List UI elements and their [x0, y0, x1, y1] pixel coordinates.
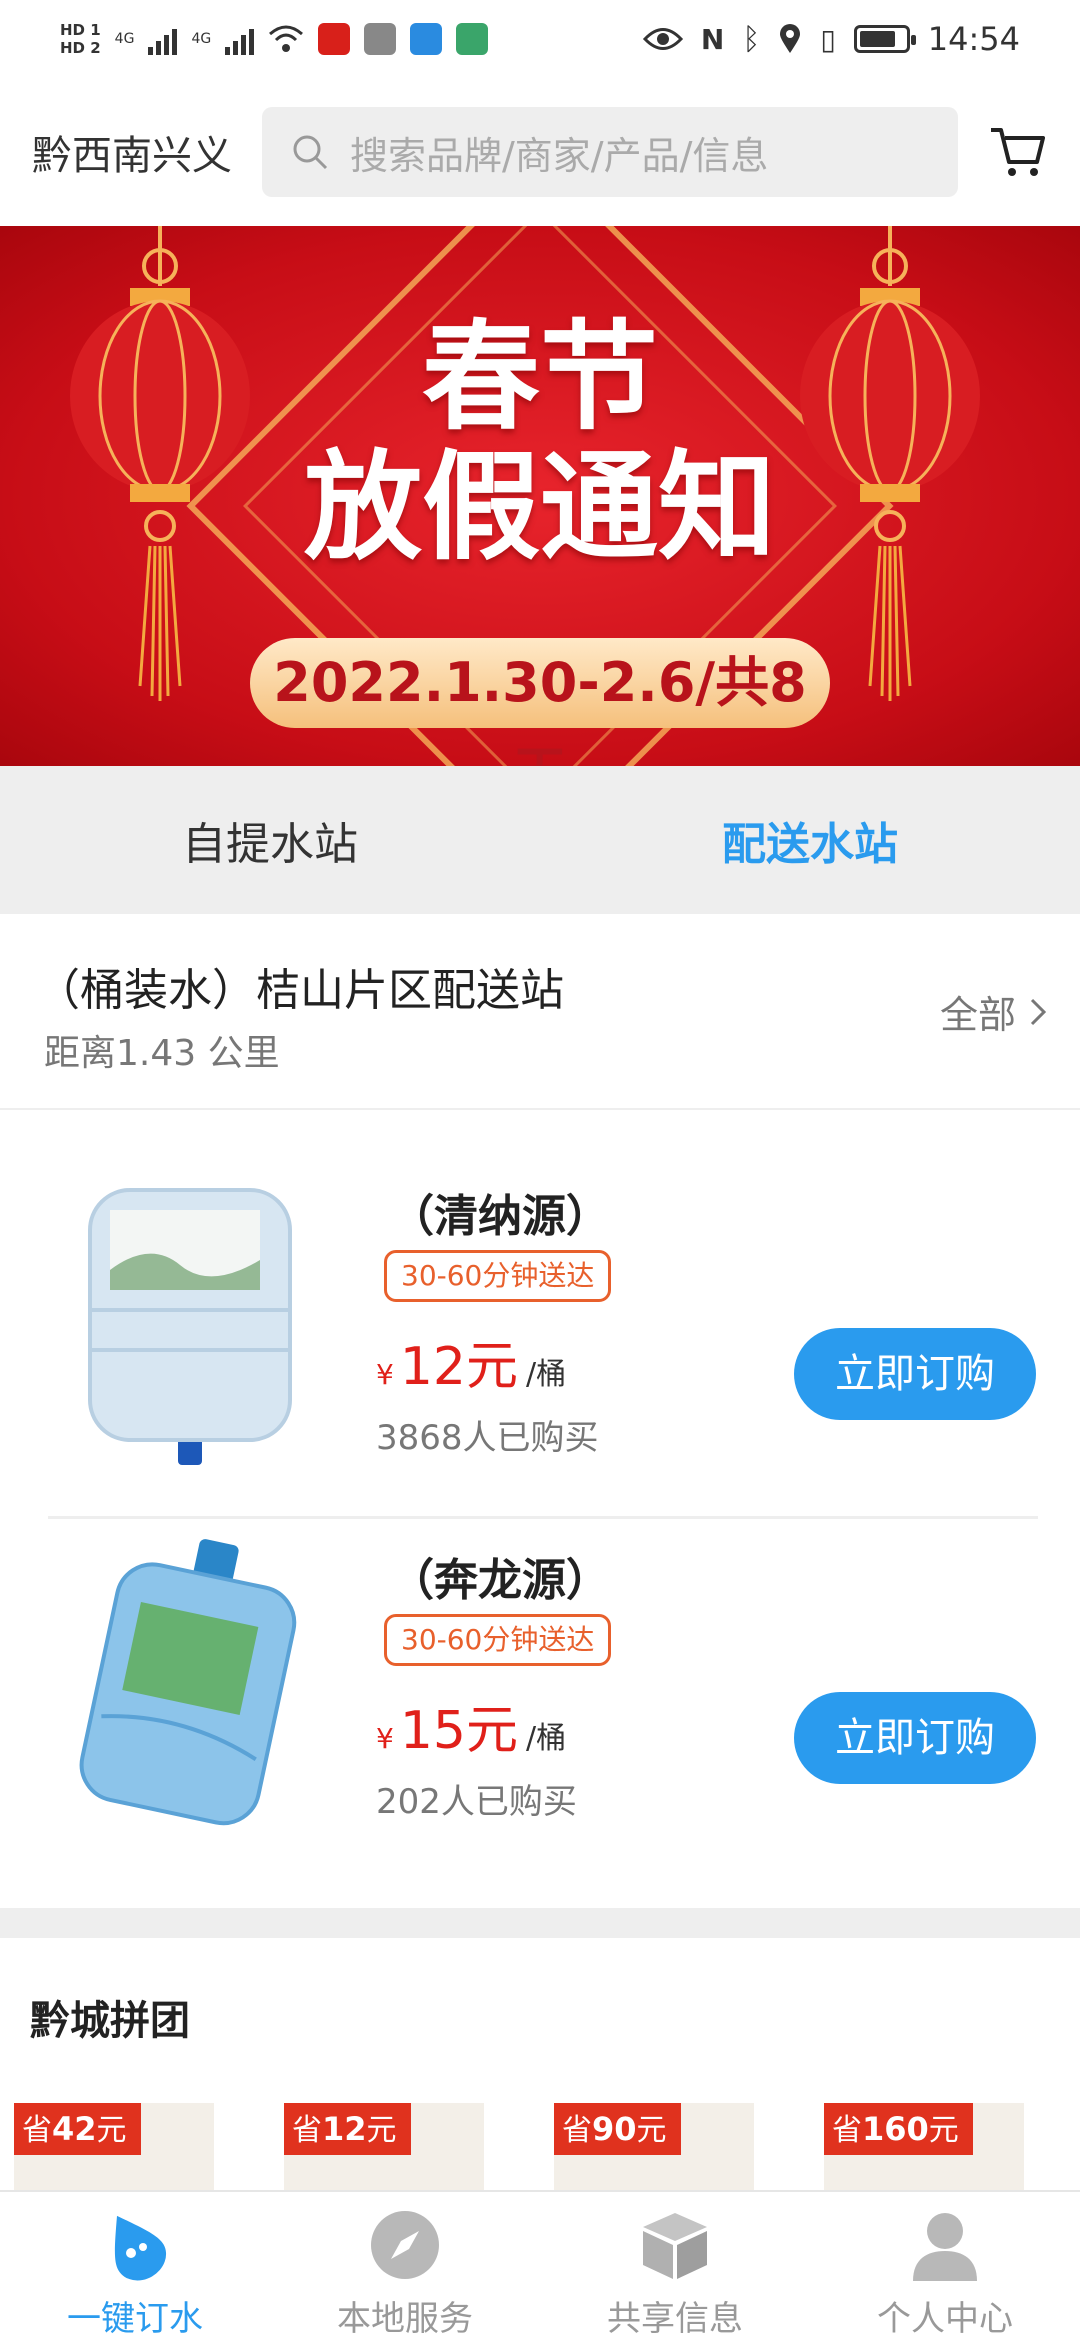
savings-tag: 省42元 [14, 2103, 141, 2155]
water-bottle-image [88, 1188, 292, 1465]
nav-label: 个人中心 [877, 2299, 1013, 2339]
deal-card[interactable]: 省12元 [284, 2103, 484, 2190]
price-amount: 12元 [399, 1337, 518, 1397]
search-bar[interactable]: 搜索品牌/商家/产品/信息 [262, 107, 958, 197]
vibrate-icon: ▯ [820, 22, 836, 56]
nav-item-shared-info[interactable]: 共享信息 [540, 2192, 810, 2340]
deal-card[interactable]: 省42元 [14, 2103, 214, 2190]
product-item[interactable]: （奔龙源） 30-60分钟送达 ¥ 15元 /桶 202人已购买 立即订购 [0, 1524, 1080, 1886]
product-list: （清纳源） 30-60分钟送达 ¥ 12元 /桶 3868人已购买 立即订购 （… [0, 1110, 1080, 1910]
wifi-icon [269, 25, 304, 52]
view-all-label: 全部 [939, 993, 1016, 1037]
section-gap [0, 1908, 1080, 1938]
signal-icon [148, 23, 178, 55]
group-buy-section: 黔城拼团 省42元 省12元 省90元 省160元 [0, 1938, 1080, 2190]
tab-self-pickup[interactable]: 自提水站 [0, 766, 540, 914]
station-card[interactable]: （桶装水）桔山片区配送站 距离1.43 公里 全部 [0, 914, 1080, 1110]
clock: 14:54 [927, 20, 1020, 58]
savings-tag: 省90元 [554, 2103, 681, 2155]
savings-tag: 省12元 [284, 2103, 411, 2155]
banner-subtitle: 放假通知 [303, 438, 776, 576]
app-notification-icon [410, 23, 443, 55]
tab-delivery[interactable]: 配送水站 [540, 766, 1080, 914]
delivery-badge: 30-60分钟送达 [384, 1614, 612, 1666]
sold-count: 3868人已购买 [376, 1418, 599, 1458]
person-icon [903, 2204, 987, 2285]
status-bar: HD 1 HD 2 4G 4G N ᛒ ▯ 14:54 [0, 0, 1080, 78]
banner-date: 2022.1.30-2.6/共8天 [250, 638, 830, 766]
price-amount: 15元 [399, 1701, 518, 1761]
nav-label: 共享信息 [607, 2299, 743, 2339]
nav-label: 一键订水 [67, 2299, 203, 2339]
bluetooth-icon: ᛒ [742, 21, 761, 57]
delivery-badge: 30-60分钟送达 [384, 1250, 612, 1302]
box-icon [633, 2204, 717, 2285]
chevron-right-icon [1030, 998, 1047, 1025]
section-title: 黔城拼团 [30, 1998, 190, 2044]
nfc-icon: N [700, 22, 725, 56]
deal-card[interactable]: 省160元 [824, 2103, 1024, 2190]
signal-icon [225, 23, 255, 55]
water-bottle-image [79, 1539, 297, 1826]
nav-item-local-services[interactable]: 本地服务 [270, 2192, 540, 2340]
station-distance: 距离1.43 公里 [44, 1033, 280, 1074]
sold-count: 202人已购买 [376, 1782, 577, 1822]
product-item[interactable]: （清纳源） 30-60分钟送达 ¥ 12元 /桶 3868人已购买 立即订购 [0, 1160, 1080, 1522]
search-icon [293, 135, 328, 170]
app-notification-icon [364, 23, 397, 55]
view-all-link[interactable]: 全部 [940, 984, 1048, 1039]
cart-icon [991, 128, 1045, 176]
water-order-icon [93, 2204, 177, 2285]
product-price: ¥ 15元 /桶 [376, 1688, 566, 1763]
nav-item-profile[interactable]: 个人中心 [810, 2192, 1080, 2340]
product-name: （清纳源） [390, 1191, 610, 1242]
divider [48, 1516, 1038, 1519]
price-unit: /桶 [526, 1721, 567, 1756]
currency-symbol: ¥ [376, 1358, 394, 1391]
battery-icon [853, 25, 916, 53]
sim-indicator: HD 1 HD 2 [60, 21, 101, 57]
location-icon [780, 24, 801, 53]
product-price: ¥ 12元 /桶 [376, 1324, 566, 1399]
app-notification-icon [456, 23, 489, 55]
currency-symbol: ¥ [376, 1722, 394, 1755]
promo-banner[interactable]: 春节 放假通知 2022.1.30-2.6/共8天 [0, 226, 1080, 766]
order-now-button[interactable]: 立即订购 [794, 1328, 1036, 1420]
search-input[interactable]: 搜索品牌/商家/产品/信息 [350, 125, 768, 180]
city-selector[interactable]: 黔西南兴义 [32, 123, 232, 181]
network-label: 4G [114, 31, 135, 47]
app-header: 黔西南兴义 搜索品牌/商家/产品/信息 [0, 78, 1080, 226]
nav-item-order-water[interactable]: 一键订水 [0, 2192, 270, 2340]
station-tabs: 自提水站 配送水站 [0, 766, 1080, 914]
nav-label: 本地服务 [337, 2299, 473, 2339]
price-unit: /桶 [526, 1357, 567, 1392]
order-now-button[interactable]: 立即订购 [794, 1692, 1036, 1784]
station-name: （桶装水）桔山片区配送站 [36, 965, 564, 1016]
network-label: 4G [191, 31, 212, 47]
savings-tag: 省160元 [824, 2103, 973, 2155]
eye-icon [642, 28, 683, 50]
bottom-nav: 一键订水 本地服务 共享信息 个人中心 [0, 2190, 1080, 2340]
product-name: （奔龙源） [390, 1555, 610, 1606]
deal-card[interactable]: 省90元 [554, 2103, 754, 2190]
cart-button[interactable] [982, 117, 1052, 187]
app-notification-icon [318, 23, 351, 55]
compass-icon [363, 2204, 447, 2285]
